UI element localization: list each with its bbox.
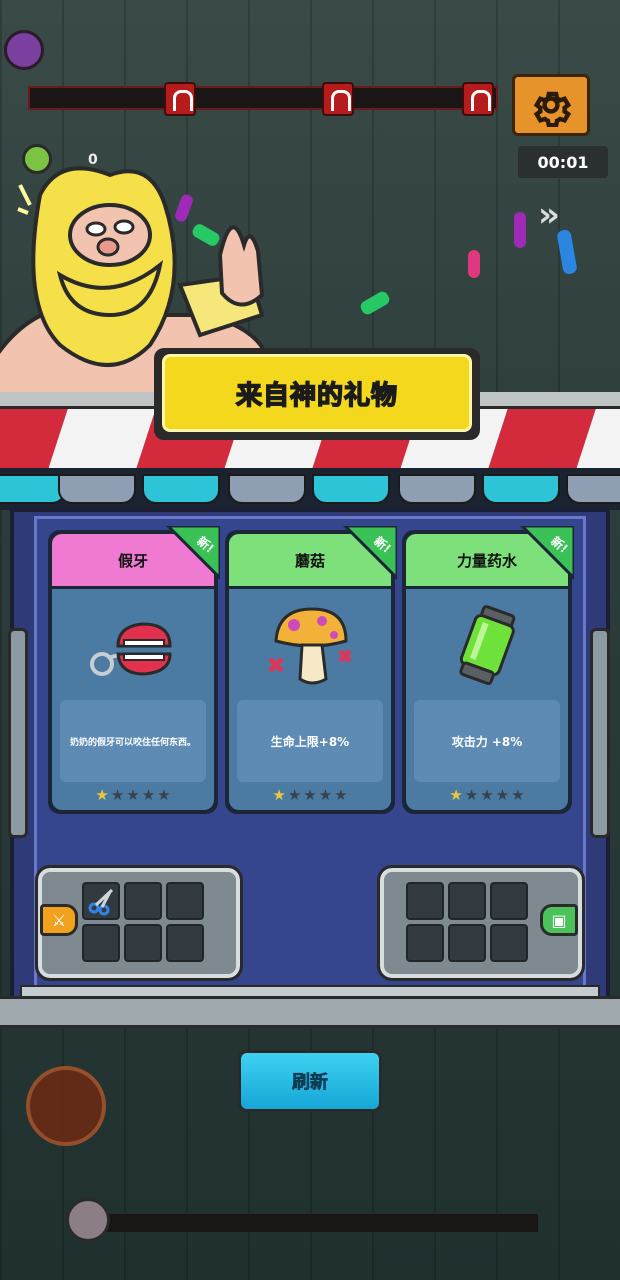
card-rarity-stars: ★ ★ ★ ★ ★ xyxy=(406,786,568,804)
card-description: 攻击力 +8% xyxy=(414,700,560,782)
valance-scallop xyxy=(312,474,390,504)
skill-button[interactable] xyxy=(26,1066,106,1146)
card-description: 生命上限+8% xyxy=(237,700,383,782)
counter-base xyxy=(0,996,620,1028)
item-card-false-teeth[interactable]: 假牙 奶奶的假牙可以咬住任何东西。 ★ ★ ★ ★ ★ 新! xyxy=(48,526,220,814)
inventory-slot[interactable] xyxy=(406,882,444,920)
gate-marker-icon xyxy=(164,82,196,116)
inventory-slot[interactable] xyxy=(490,924,528,962)
boss-health-bar xyxy=(98,1214,538,1232)
star-icon: ★ xyxy=(110,786,125,804)
passive-tag-icon: ▣ xyxy=(540,904,578,936)
card-rarity-stars: ★ ★ ★ ★ ★ xyxy=(229,786,391,804)
fast-forward-button[interactable]: » xyxy=(538,196,582,234)
popup-title: 来自神的礼物 xyxy=(235,380,398,412)
power-potion-icon xyxy=(406,596,568,696)
valance-scallop xyxy=(228,474,306,504)
attack-tag-icon: ⚔ xyxy=(40,904,78,936)
inventory-slot[interactable] xyxy=(82,882,120,920)
star-icon: ★ xyxy=(141,786,156,804)
mushroom-icon xyxy=(229,596,391,696)
title-banner: 来自神的礼物 xyxy=(154,348,480,440)
star-icon: ★ xyxy=(303,786,317,804)
star-icon: ★ xyxy=(287,786,302,804)
new-badge xyxy=(520,526,574,580)
valance-scallop xyxy=(398,474,476,504)
star-icon: ★ xyxy=(480,786,494,804)
star-icon: ★ xyxy=(495,786,510,804)
boss-avatar xyxy=(66,1198,110,1242)
scissors-icon xyxy=(88,888,114,916)
gate-marker-icon xyxy=(462,82,494,116)
valance-scallop xyxy=(482,474,560,504)
refresh-button[interactable]: 刷新 xyxy=(238,1050,382,1112)
item-card-mushroom[interactable]: 蘑菇 生命上限+8% ★ ★ ★ ★ ★ 新! xyxy=(225,526,397,814)
new-badge xyxy=(343,526,397,580)
valance-scallop xyxy=(566,474,620,504)
inventory-slot[interactable] xyxy=(490,882,528,920)
panel-post-right xyxy=(590,628,610,838)
confetti xyxy=(514,212,526,248)
inventory-slot[interactable] xyxy=(448,882,486,920)
card-description: 奶奶的假牙可以咬住任何东西。 xyxy=(60,700,206,782)
star-icon: ★ xyxy=(449,786,463,804)
star-icon: ★ xyxy=(157,786,171,804)
star-icon: ★ xyxy=(511,786,525,804)
new-badge xyxy=(166,526,220,580)
gear-icon xyxy=(533,91,572,127)
settings-button[interactable] xyxy=(512,74,590,136)
inventory-slot[interactable] xyxy=(166,924,204,962)
inventory-slot[interactable] xyxy=(448,924,486,962)
star-icon: ★ xyxy=(334,786,348,804)
refresh-button-label: 刷新 xyxy=(241,1053,379,1109)
inventory-slot[interactable] xyxy=(82,924,120,962)
inventory-slot[interactable] xyxy=(124,882,162,920)
star-icon: ★ xyxy=(126,786,140,804)
boss-skull-icon xyxy=(4,30,44,70)
gate-marker-icon xyxy=(322,82,354,116)
card-rarity-stars: ★ ★ ★ ★ ★ xyxy=(52,786,214,804)
inventory-slot[interactable] xyxy=(406,924,444,962)
wave-progress-bar xyxy=(28,86,498,110)
star-icon: ★ xyxy=(95,786,109,804)
valance-scallop xyxy=(0,474,66,504)
confetti xyxy=(468,250,480,278)
false-teeth-icon xyxy=(52,596,214,696)
valance-scallop xyxy=(58,474,136,504)
valance-scallop xyxy=(142,474,220,504)
panel-post-left xyxy=(8,628,28,838)
inventory-slot[interactable] xyxy=(124,924,162,962)
game-timer: 00:01 xyxy=(518,146,608,178)
star-icon: ★ xyxy=(272,786,286,804)
star-icon: ★ xyxy=(318,786,333,804)
inventory-slot[interactable] xyxy=(166,882,204,920)
fast-forward-icon: » xyxy=(538,195,560,235)
star-icon: ★ xyxy=(464,786,479,804)
item-card-power-potion[interactable]: 力量药水 攻击力 +8% ★ ★ ★ ★ ★ 新! xyxy=(402,526,574,814)
